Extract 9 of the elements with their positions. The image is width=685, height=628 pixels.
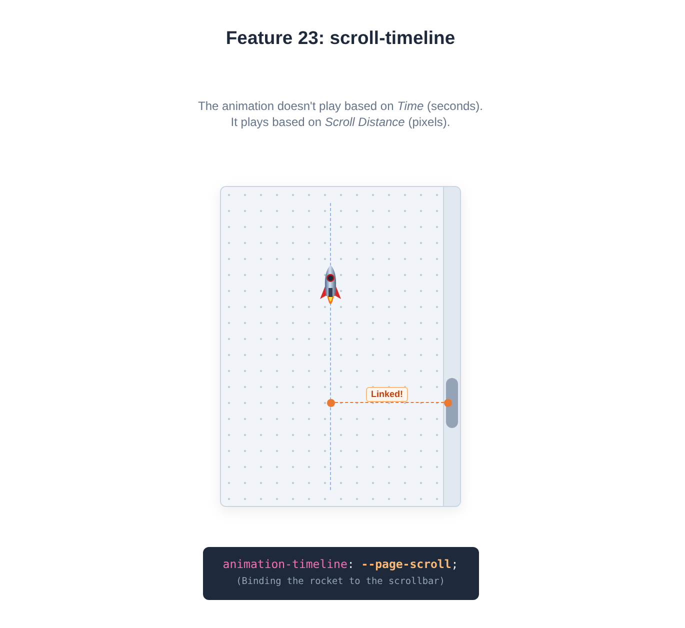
end-dot-icon: [444, 399, 452, 407]
end-dot-icon: [327, 399, 335, 407]
code-line: animation-timeline: --page-scroll;: [222, 556, 458, 572]
status-tag: Linked!: [366, 387, 408, 402]
scrollbar-track[interactable]: [443, 187, 460, 506]
page-title: Feature 23: scroll-timeline: [226, 27, 456, 49]
code-caption: (Binding the rocket to the scrollbar): [236, 575, 445, 589]
scrollbar-thumb[interactable]: [446, 378, 458, 428]
description-text: The animation doesn't play based on Time (seconds). It plays based on Scroll Distance (pixels).: [198, 98, 483, 130]
